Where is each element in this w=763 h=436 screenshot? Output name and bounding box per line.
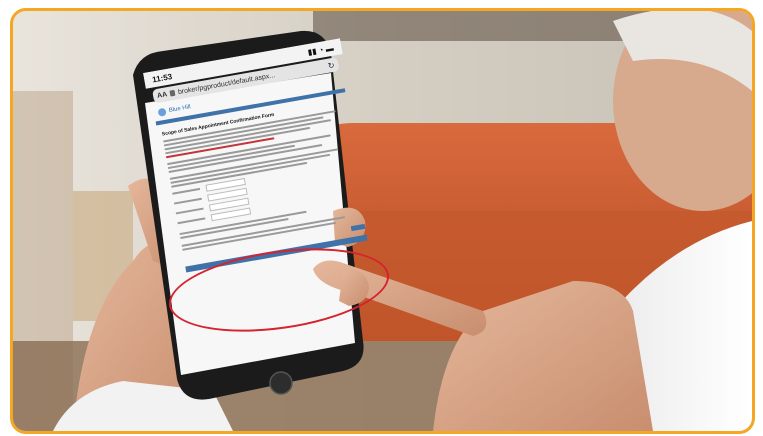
photo-frame: 11:53 ▮▮ ◔ ▬ AA broker/pgproduct/default… xyxy=(10,8,755,434)
site-label: Blue Hill xyxy=(168,104,192,115)
photo xyxy=(13,11,752,431)
signal-icon: ▮▮ ◔ ▬ xyxy=(306,43,335,57)
status-time: 11:53 xyxy=(151,71,173,84)
logo-icon xyxy=(157,107,167,117)
lock-icon xyxy=(169,89,176,97)
reload-icon[interactable]: ↻ xyxy=(327,60,335,70)
submit-button[interactable] xyxy=(350,223,366,232)
reader-aa-button[interactable]: AA xyxy=(157,91,168,100)
